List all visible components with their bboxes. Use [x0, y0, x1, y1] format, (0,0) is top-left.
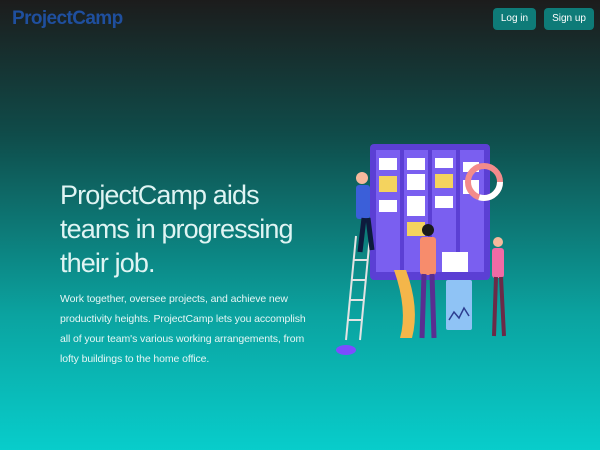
hero: ProjectCamp aids teams in progressing th… — [60, 178, 330, 369]
navbar: ProjectCamp Log in Sign up — [0, 0, 600, 40]
nav-actions: Log in Sign up — [492, 8, 594, 30]
logo[interactable]: ProjectCamp — [12, 8, 123, 30]
hero-description: Work together, oversee projects, and ach… — [60, 293, 306, 365]
team-illustration — [334, 140, 516, 358]
hero-title: ProjectCamp aids teams in progressing th… — [60, 180, 294, 278]
monitor-icon — [446, 280, 472, 330]
signup-button[interactable]: Sign up — [544, 8, 594, 30]
team-illustration-svg — [336, 144, 506, 355]
login-button[interactable]: Log in — [492, 8, 537, 30]
